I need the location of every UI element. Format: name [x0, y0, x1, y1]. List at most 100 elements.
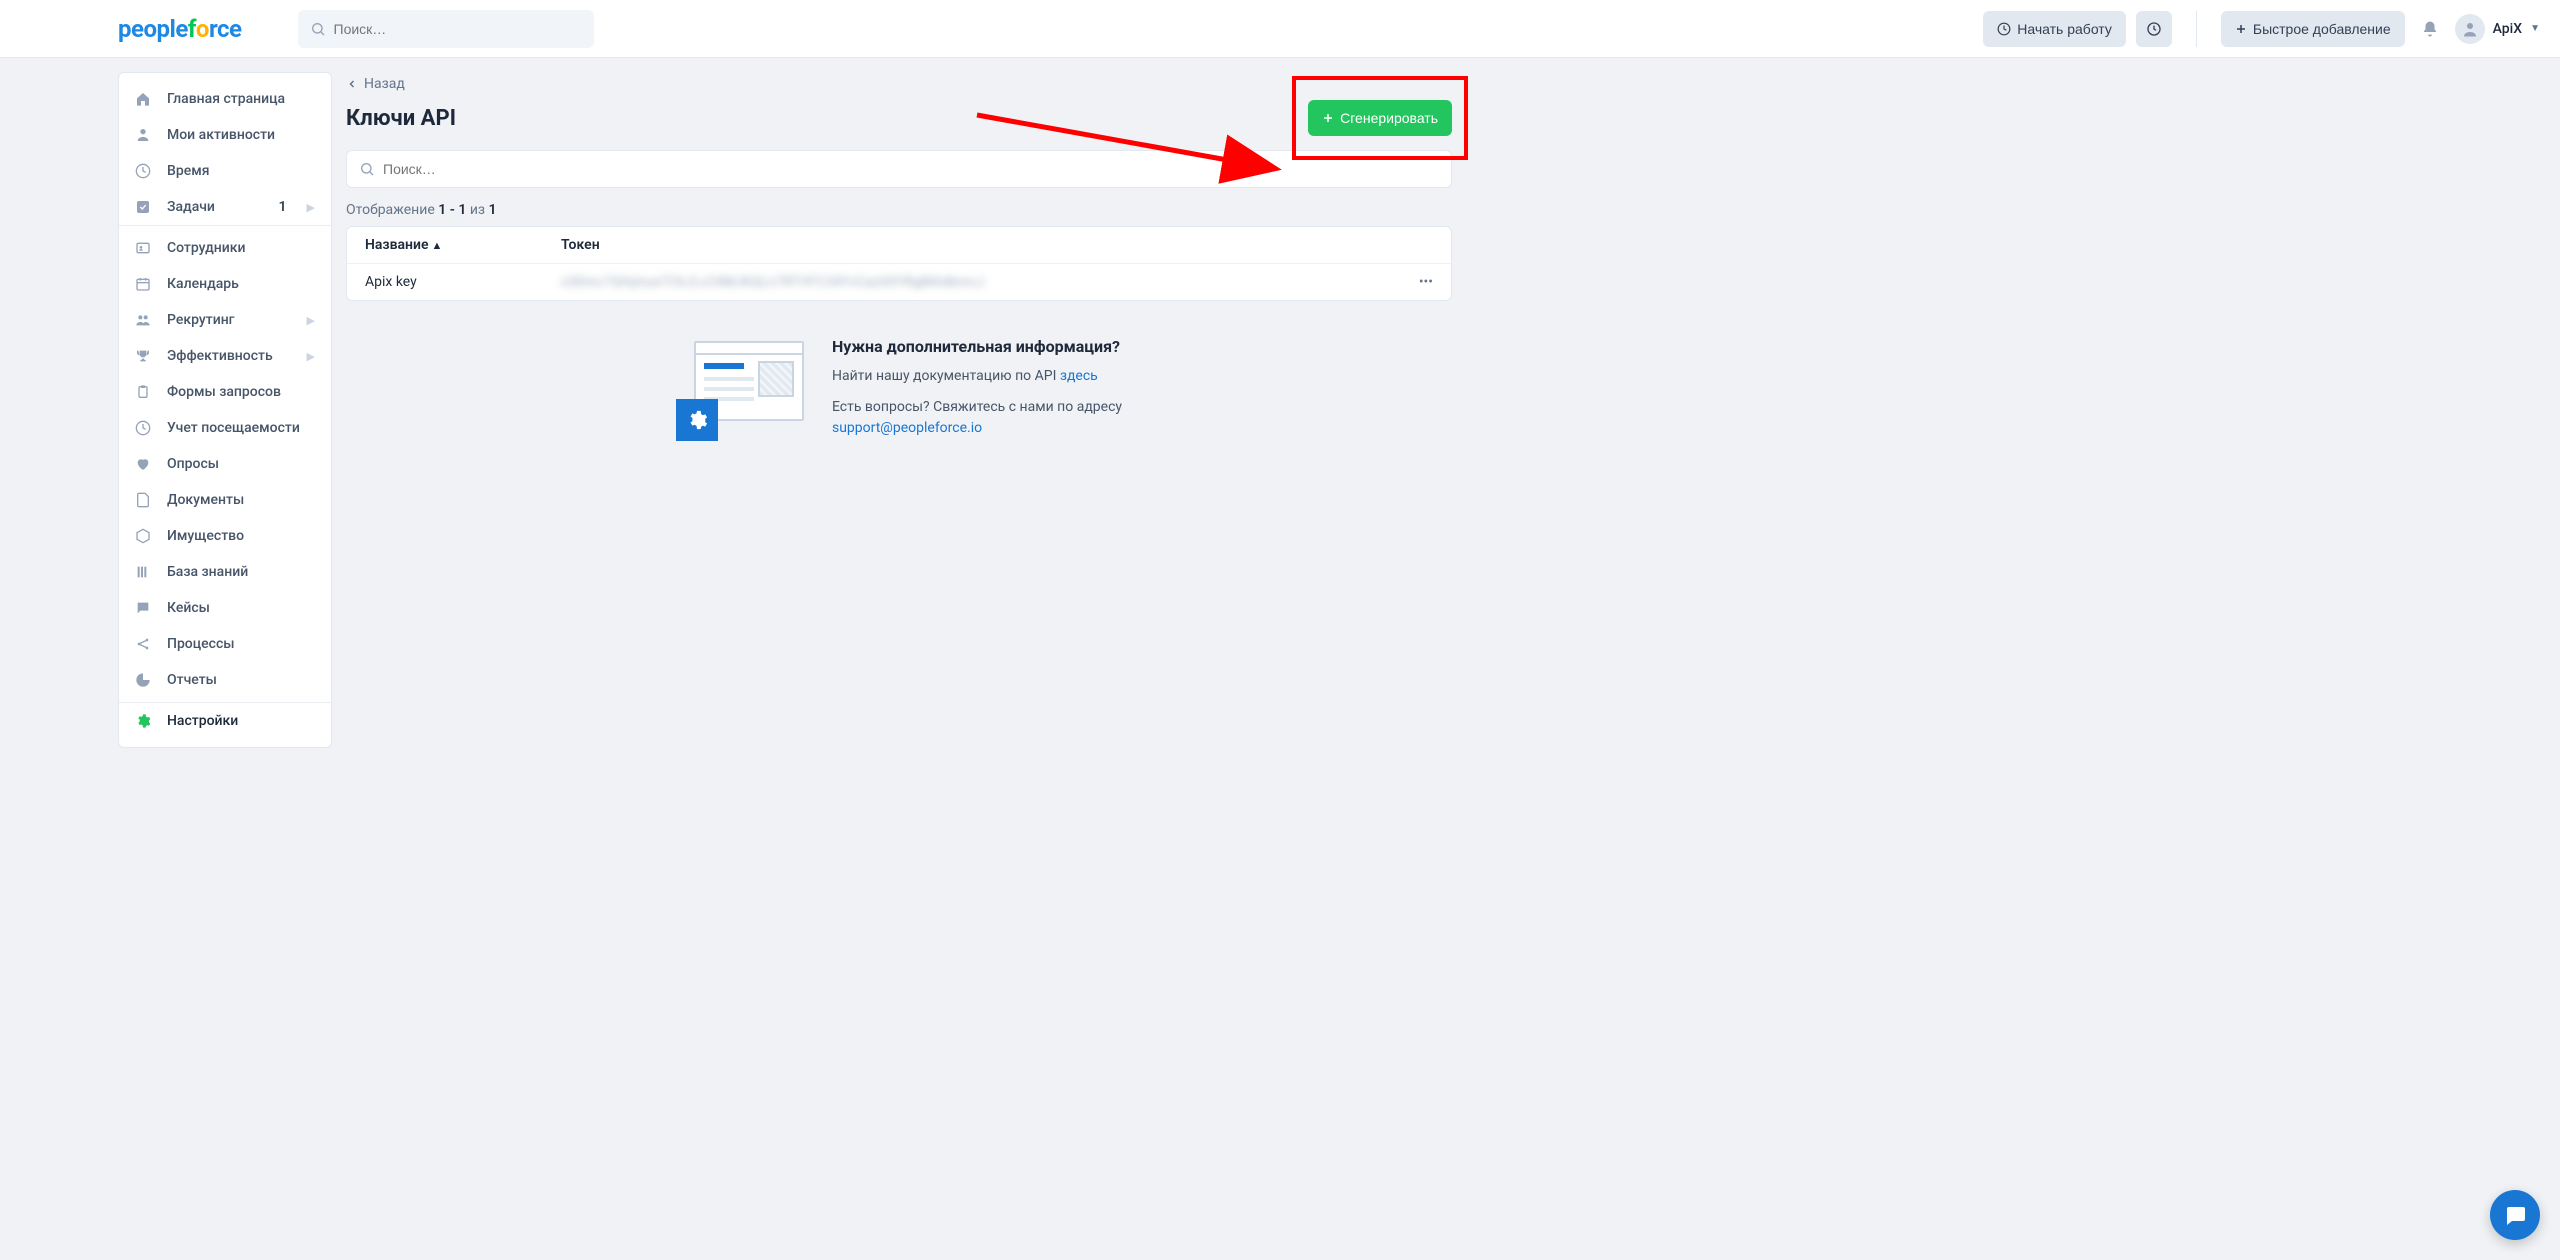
sidebar-item-recruiting[interactable]: Рекрутинг ▶	[119, 302, 331, 338]
sidebar-item-label: Процессы	[167, 636, 235, 652]
page-search-input[interactable]	[383, 161, 1439, 177]
tasks-badge: 1	[279, 199, 287, 215]
sidebar-item-activities[interactable]: Мои активности	[119, 117, 331, 153]
sidebar-item-settings[interactable]: Настройки	[119, 703, 331, 739]
cell-name: Apix key	[365, 274, 561, 290]
sidebar-item-surveys[interactable]: Опросы	[119, 446, 331, 482]
table-row: Apix key x3Dmc7QHptuwTCkJLx24MJKQLn7RTVF…	[347, 264, 1451, 300]
sidebar: Главная страница Мои активности Время За…	[118, 72, 332, 748]
support-email-link[interactable]: support@peopleforce.io	[832, 420, 982, 436]
results-tally: Отображение 1 - 1 из 1	[346, 202, 1452, 218]
start-work-label: Начать работу	[2017, 21, 2112, 37]
sidebar-item-label: Опросы	[167, 456, 219, 472]
user-name: ApiX	[2493, 21, 2522, 37]
sort-asc-icon: ▲	[432, 239, 443, 252]
sidebar-item-label: Сотрудники	[167, 240, 245, 256]
sidebar-item-label: Главная страница	[167, 91, 285, 107]
sidebar-item-label: Мои активности	[167, 127, 275, 143]
back-label: Назад	[364, 76, 405, 92]
clipboard-icon	[135, 384, 153, 400]
start-work-button[interactable]: Начать работу	[1983, 11, 2126, 47]
info-illustration	[676, 337, 806, 447]
chevron-right-icon: ▶	[307, 350, 315, 363]
sidebar-item-home[interactable]: Главная страница	[119, 81, 331, 117]
page-title: Ключи API	[346, 106, 456, 131]
divider	[2196, 11, 2197, 47]
logo[interactable]: peopleforce	[118, 15, 242, 43]
sidebar-item-cases[interactable]: Кейсы	[119, 590, 331, 626]
quick-add-button[interactable]: Быстрое добавление	[2221, 11, 2405, 47]
sidebar-item-label: База знаний	[167, 564, 248, 580]
info-contact-line: Есть вопросы? Свяжитесь с нами по адресу…	[832, 397, 1122, 439]
page-search[interactable]	[346, 150, 1452, 188]
document-icon	[135, 492, 153, 508]
generate-label: Сгенерировать	[1340, 110, 1438, 126]
gear-icon	[135, 713, 153, 729]
sidebar-item-performance[interactable]: Эффективность ▶	[119, 338, 331, 374]
clock-icon	[135, 163, 153, 179]
sidebar-item-knowledge[interactable]: База знаний	[119, 554, 331, 590]
home-icon	[135, 91, 153, 107]
plus-icon	[2235, 23, 2247, 35]
sidebar-item-label: Эффективность	[167, 348, 273, 364]
global-search[interactable]	[298, 10, 594, 48]
table-header: Название▲ Токен	[347, 227, 1451, 264]
column-header-token[interactable]: Токен	[561, 237, 1393, 253]
sidebar-item-time[interactable]: Время	[119, 153, 331, 189]
row-actions-button[interactable]: •••	[1393, 274, 1433, 290]
box-icon	[135, 528, 153, 544]
chat-icon	[135, 600, 153, 616]
info-panel: Нужна дополнительная информация? Найти н…	[346, 327, 1452, 459]
generate-button[interactable]: Сгенерировать	[1308, 100, 1452, 136]
history-button[interactable]	[2136, 11, 2172, 47]
heart-icon	[135, 456, 153, 472]
calendar-icon	[135, 276, 153, 292]
sidebar-item-label: Формы запросов	[167, 384, 281, 400]
sidebar-item-request-forms[interactable]: Формы запросов	[119, 374, 331, 410]
sidebar-item-reports[interactable]: Отчеты	[119, 662, 331, 698]
sidebar-item-tasks[interactable]: Задачи 1 ▶	[119, 189, 331, 225]
back-link[interactable]: Назад	[346, 72, 405, 96]
sidebar-item-label: Рекрутинг	[167, 312, 235, 328]
sidebar-item-label: Документы	[167, 492, 244, 508]
cell-token: x3Dmc7QHptuwTCkJLx24MJKQLn7RTVFC34YvCazS…	[561, 274, 1393, 290]
top-header: peopleforce Начать работу Быстрое добавл…	[0, 0, 2560, 58]
history-icon	[2146, 21, 2162, 37]
notifications-button[interactable]	[2415, 14, 2445, 44]
intercom-chat-button[interactable]	[2490, 1190, 2540, 1240]
library-icon	[135, 564, 153, 580]
chevron-right-icon: ▶	[307, 314, 315, 327]
id-card-icon	[135, 240, 153, 256]
chevron-down-icon: ▼	[2530, 23, 2540, 34]
sidebar-item-employees[interactable]: Сотрудники	[119, 230, 331, 266]
user-menu[interactable]: ApiX ▼	[2455, 14, 2540, 44]
sidebar-item-attendance[interactable]: Учет посещаемости	[119, 410, 331, 446]
sidebar-item-documents[interactable]: Документы	[119, 482, 331, 518]
plus-icon	[1322, 112, 1334, 124]
sidebar-item-label: Отчеты	[167, 672, 217, 688]
info-heading: Нужна дополнительная информация?	[832, 337, 1122, 356]
sidebar-item-assets[interactable]: Имущество	[119, 518, 331, 554]
quick-add-label: Быстрое добавление	[2253, 21, 2391, 37]
people-icon	[135, 312, 153, 328]
gear-icon	[676, 399, 718, 441]
trophy-icon	[135, 348, 153, 364]
share-icon	[135, 636, 153, 652]
search-icon	[310, 21, 326, 37]
api-keys-table: Название▲ Токен Apix key x3Dmc7QHptuwTCk…	[346, 226, 1452, 301]
sidebar-item-label: Время	[167, 163, 210, 179]
sidebar-item-label: Кейсы	[167, 600, 210, 616]
global-search-input[interactable]	[334, 21, 582, 37]
chevron-right-icon: ▶	[307, 201, 315, 214]
doc-link[interactable]: здесь	[1060, 368, 1098, 384]
clock-icon	[135, 420, 153, 436]
sidebar-item-processes[interactable]: Процессы	[119, 626, 331, 662]
check-square-icon	[135, 199, 153, 215]
sidebar-item-label: Учет посещаемости	[167, 420, 300, 436]
sidebar-item-label: Календарь	[167, 276, 239, 292]
column-header-name[interactable]: Название▲	[365, 237, 561, 253]
sidebar-item-calendar[interactable]: Календарь	[119, 266, 331, 302]
main-content: Назад Ключи API Сгенерировать	[332, 58, 1452, 748]
sidebar-item-label: Настройки	[167, 713, 238, 729]
clock-icon	[1997, 22, 2011, 36]
